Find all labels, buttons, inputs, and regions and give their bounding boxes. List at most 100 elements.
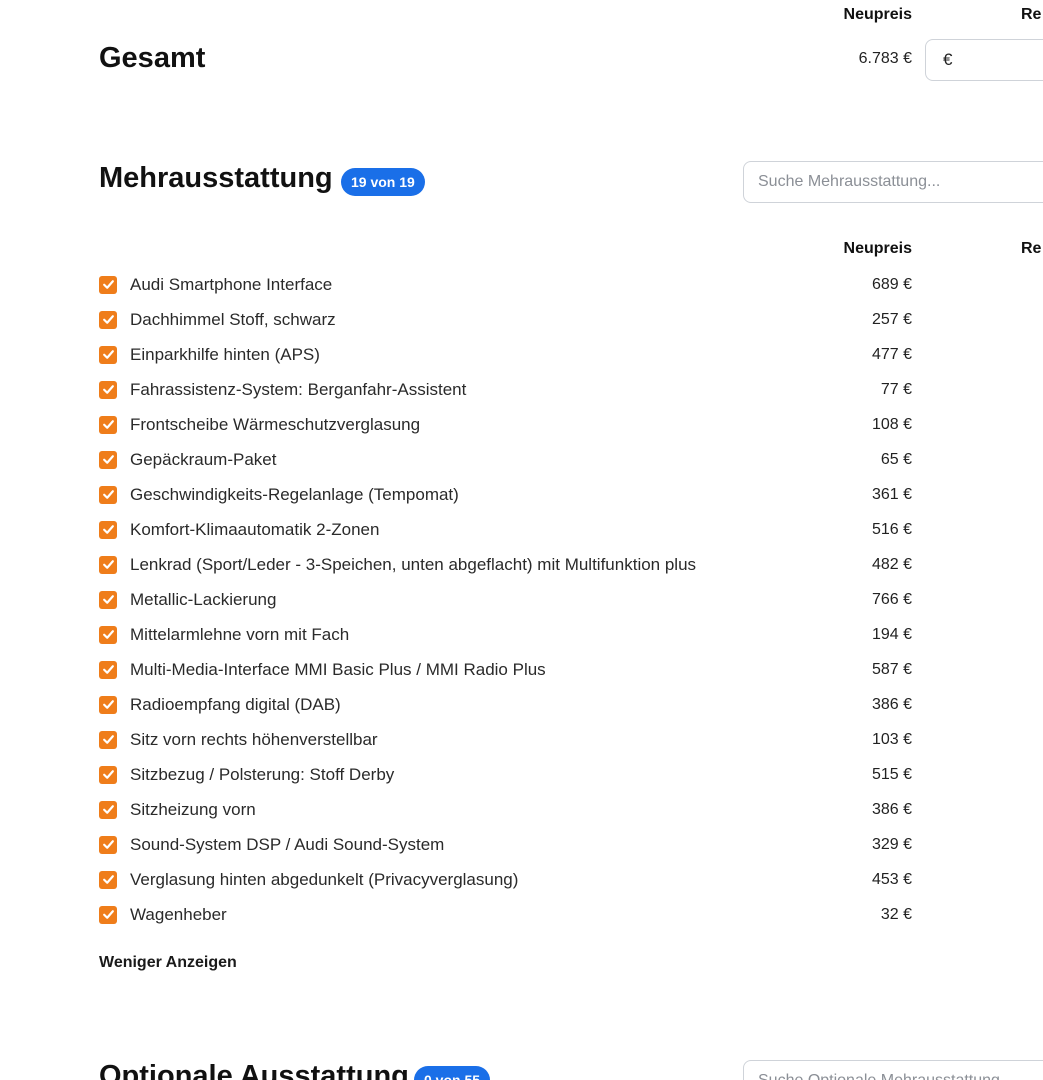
checkmark-icon (102, 315, 114, 324)
checkmark-icon (102, 805, 114, 814)
list-item[interactable]: Einparkhilfe hinten (APS) 477 € (99, 337, 999, 372)
checkbox[interactable] (99, 590, 117, 609)
checkbox[interactable] (99, 695, 117, 714)
checkbox[interactable] (99, 310, 117, 329)
item-price: 587 € (871, 660, 912, 678)
checkmark-icon (102, 525, 114, 534)
item-price: 361 € (871, 485, 912, 503)
item-price: 65 € (880, 450, 912, 468)
euro-icon: € (943, 50, 953, 69)
checkbox[interactable] (99, 520, 117, 539)
checkbox[interactable] (99, 625, 117, 644)
item-label: Verglasung hinten abgedunkelt (Privacyve… (130, 869, 519, 889)
search-input[interactable] (758, 1069, 1043, 1080)
item-label: Fahrassistenz-System: Berganfahr-Assiste… (130, 379, 467, 399)
list-item[interactable]: Frontscheibe Wärmeschutzverglasung 108 € (99, 407, 999, 442)
item-label: Radioempfang digital (DAB) (130, 694, 341, 714)
list-item[interactable]: Sitz vorn rechts höhenverstellbar 103 € (99, 722, 999, 757)
checkmark-icon (102, 770, 114, 779)
gesamt-neupreis: 6.783 € (858, 50, 912, 67)
restwert-input-field[interactable]: € (925, 39, 1043, 81)
checkbox[interactable] (99, 800, 117, 819)
count-badge: 0 von 55 (414, 1066, 491, 1080)
checkbox[interactable] (99, 905, 117, 924)
show-less-link[interactable]: Weniger Anzeigen (99, 954, 237, 972)
list-item[interactable]: Gepäckraum-Paket 65 € (99, 442, 999, 477)
item-label: Geschwindigkeits-Regelanlage (Tempomat) (130, 484, 459, 504)
item-price: 515 € (871, 765, 912, 783)
item-label: Audi Smartphone Interface (130, 274, 333, 294)
item-label: Frontscheibe Wärmeschutzverglasung (130, 414, 421, 434)
neupreis-column-header: Neupreis (843, 6, 912, 23)
checkmark-icon (102, 595, 114, 604)
checkbox[interactable] (99, 345, 117, 364)
item-label: Komfort-Klimaautomatik 2-Zonen (130, 519, 380, 539)
checkmark-icon (102, 630, 114, 639)
search-input[interactable] (758, 170, 1043, 194)
item-price: 453 € (871, 870, 912, 888)
checkmark-icon (102, 490, 114, 499)
restwert-input[interactable] (966, 46, 1043, 74)
search-field[interactable] (743, 161, 1043, 203)
list-item[interactable]: Sound-System DSP / Audi Sound-System 329 … (99, 827, 999, 862)
item-label: Sitzbezug / Polsterung: Stoff Derby (130, 764, 395, 784)
checkbox[interactable] (99, 450, 117, 469)
checkmark-icon (102, 700, 114, 709)
restwert-column-header: Re (1021, 240, 1042, 257)
checkbox[interactable] (99, 730, 117, 749)
item-label: Mittelarmlehne vorn mit Fach (130, 624, 350, 644)
item-label: Einparkhilfe hinten (APS) (130, 344, 320, 364)
checkbox[interactable] (99, 660, 117, 679)
count-badge: 19 von 19 (341, 168, 425, 196)
item-label: Gepäckraum-Paket (130, 449, 277, 469)
checkbox[interactable] (99, 835, 117, 854)
item-price: 108 € (871, 415, 912, 433)
item-price: 32 € (880, 905, 912, 923)
list-item[interactable]: Fahrassistenz-System: Berganfahr-Assiste… (99, 372, 999, 407)
checkbox[interactable] (99, 765, 117, 784)
item-price: 386 € (871, 695, 912, 713)
list-item[interactable]: Dachhimmel Stoff, schwarz 257 € (99, 302, 999, 337)
list-item[interactable]: Metallic-Lackierung 766 € (99, 582, 999, 617)
list-item[interactable]: Multi-Media-Interface MMI Basic Plus / M… (99, 652, 999, 687)
list-item[interactable]: Radioempfang digital (DAB) 386 € (99, 687, 999, 722)
item-price: 689 € (871, 275, 912, 293)
list-item[interactable]: Mittelarmlehne vorn mit Fach 194 € (99, 617, 999, 652)
item-price: 77 € (880, 380, 912, 398)
item-price: 477 € (871, 345, 912, 363)
checkmark-icon (102, 735, 114, 744)
checkbox[interactable] (99, 380, 117, 399)
checkbox[interactable] (99, 275, 117, 294)
list-item[interactable]: Verglasung hinten abgedunkelt (Privacyve… (99, 862, 999, 897)
checkbox[interactable] (99, 870, 117, 889)
list-item[interactable]: Audi Smartphone Interface 689 € (99, 267, 999, 302)
item-label: Lenkrad (Sport/Leder - 3-Speichen, unten… (130, 554, 697, 574)
list-item[interactable]: Lenkrad (Sport/Leder - 3-Speichen, unten… (99, 547, 999, 582)
item-price: 194 € (871, 625, 912, 643)
checkbox[interactable] (99, 485, 117, 504)
equipment-list: Audi Smartphone Interface 689 € Dachhimmel… (99, 267, 999, 932)
item-price: 766 € (871, 590, 912, 608)
section-title-optionale-ausstattung: Optionale Ausstattung (99, 1060, 409, 1080)
restwert-column-header: Re (1021, 6, 1042, 23)
item-label: Multi-Media-Interface MMI Basic Plus / M… (130, 659, 546, 679)
item-label: Sound-System DSP / Audi Sound-System (130, 834, 445, 854)
checkmark-icon (102, 385, 114, 394)
checkbox[interactable] (99, 415, 117, 434)
list-item[interactable]: Wagenheber 32 € (99, 897, 999, 932)
item-label: Sitzheizung vorn (130, 799, 256, 819)
list-item[interactable]: Geschwindigkeits-Regelanlage (Tempomat) 3… (99, 477, 999, 512)
checkmark-icon (102, 560, 114, 569)
search-field[interactable] (743, 1060, 1043, 1080)
checkmark-icon (102, 910, 114, 919)
item-price: 482 € (871, 555, 912, 573)
item-price: 329 € (871, 835, 912, 853)
checkmark-icon (102, 840, 114, 849)
list-item[interactable]: Sitzheizung vorn 386 € (99, 792, 999, 827)
list-item[interactable]: Komfort-Klimaautomatik 2-Zonen 516 € (99, 512, 999, 547)
item-price: 386 € (871, 800, 912, 818)
list-item[interactable]: Sitzbezug / Polsterung: Stoff Derby 515 € (99, 757, 999, 792)
checkmark-icon (102, 350, 114, 359)
item-label: Metallic-Lackierung (130, 589, 277, 609)
checkbox[interactable] (99, 555, 117, 574)
